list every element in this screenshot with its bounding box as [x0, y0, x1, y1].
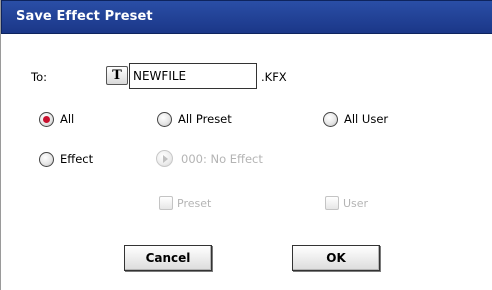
- radio-all-label: All: [60, 112, 75, 126]
- text-edit-button[interactable]: T: [106, 66, 128, 85]
- file-extension-label: .KFX: [261, 70, 287, 84]
- checkbox-user-box: [325, 196, 339, 210]
- dialog-title: Save Effect Preset: [16, 9, 153, 24]
- checkbox-user-label: User: [343, 196, 369, 210]
- radio-all-user[interactable]: All User: [323, 110, 388, 128]
- cancel-button[interactable]: Cancel: [124, 245, 212, 271]
- radio-all-preset-indicator: [157, 111, 172, 127]
- radio-all-user-label: All User: [344, 112, 389, 126]
- checkbox-preset-box: [159, 196, 173, 210]
- arrow-right-icon[interactable]: [156, 150, 173, 167]
- checkbox-user[interactable]: User: [325, 195, 368, 211]
- radio-all-preset[interactable]: All Preset: [157, 110, 232, 128]
- filename-field[interactable]: NEWFILE: [129, 63, 257, 89]
- radio-all-indicator: [39, 111, 54, 127]
- checkbox-preset-label: Preset: [177, 196, 212, 210]
- radio-effect-indicator: [39, 151, 54, 167]
- radio-all-preset-label: All Preset: [178, 112, 232, 126]
- radio-effect[interactable]: Effect: [39, 150, 93, 168]
- checkbox-preset[interactable]: Preset: [159, 195, 211, 211]
- radio-effect-label: Effect: [60, 152, 94, 166]
- ok-button[interactable]: OK: [292, 245, 380, 271]
- title-bar: Save Effect Preset: [1, 0, 492, 34]
- save-effect-preset-dialog: Save Effect Preset To: T NEWFILE .KFX Al…: [0, 0, 492, 290]
- effect-select-value: 000: No Effect: [181, 152, 263, 166]
- radio-all[interactable]: All: [39, 110, 74, 128]
- radio-all-user-indicator: [323, 111, 338, 127]
- to-label: To:: [31, 70, 47, 84]
